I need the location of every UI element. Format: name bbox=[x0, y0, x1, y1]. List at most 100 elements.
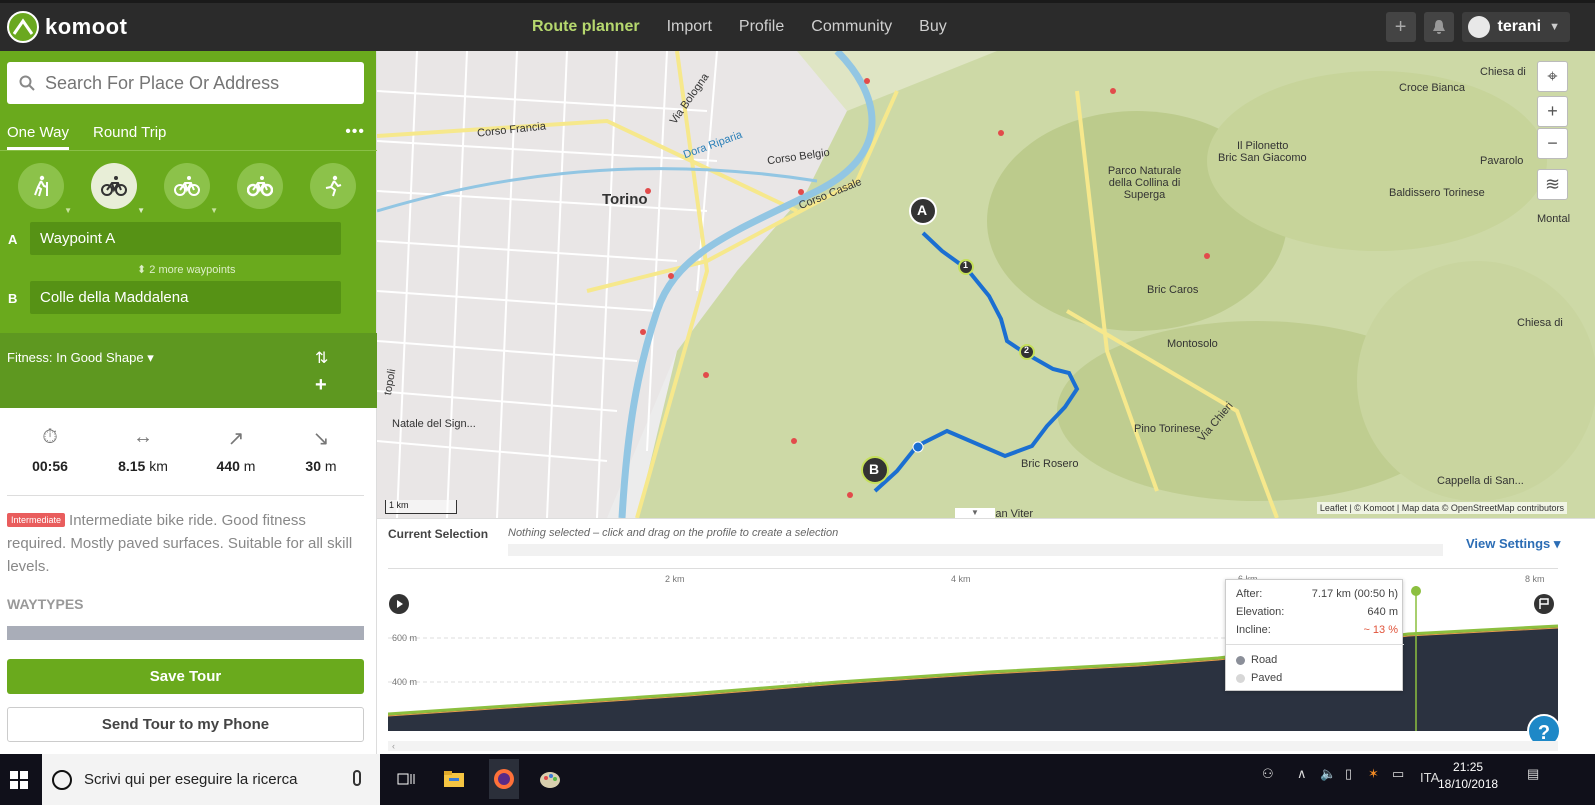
nav-profile[interactable]: Profile bbox=[739, 18, 784, 36]
komoot-logo[interactable]: komoot bbox=[7, 11, 127, 43]
windows-start-icon[interactable] bbox=[10, 771, 28, 789]
route-handle[interactable] bbox=[912, 441, 924, 453]
add-waypoint-icon[interactable]: + bbox=[315, 374, 327, 397]
language-indicator[interactable]: ITA bbox=[1420, 770, 1439, 785]
uphill-unit: m bbox=[243, 458, 256, 474]
windows-taskbar: Scrivi qui per eseguire la ricerca ⚇ ∧ 🔈… bbox=[0, 754, 1595, 805]
clock-date: 18/10/2018 bbox=[1438, 777, 1499, 791]
task-view-icon[interactable] bbox=[393, 766, 419, 792]
nav-community[interactable]: Community bbox=[811, 18, 892, 36]
tab-round-trip[interactable]: Round Trip bbox=[93, 124, 166, 141]
touring-bike-icon[interactable]: ▼ bbox=[164, 163, 218, 215]
hiking-icon[interactable]: ▼ bbox=[18, 163, 72, 215]
map-label-montal: Montal bbox=[1537, 213, 1571, 225]
people-icon[interactable]: ⚇ bbox=[1262, 766, 1274, 782]
current-selection-text: Nothing selected – click and drag on the… bbox=[508, 527, 839, 539]
app-tray-icon[interactable]: ✶ bbox=[1368, 766, 1379, 782]
waypoint-b-field[interactable]: Colle della Maddalena bbox=[30, 281, 341, 314]
waypoint-a-field[interactable]: Waypoint A bbox=[30, 222, 341, 255]
current-selection-label: Current Selection bbox=[388, 527, 489, 541]
notifications-icon[interactable]: ▤ bbox=[1527, 766, 1539, 782]
downhill-value: 30 bbox=[305, 458, 321, 474]
waytypes-bar bbox=[7, 626, 364, 640]
map-label-bric-caros: Bric Caros bbox=[1147, 284, 1199, 296]
map-label-chiesa-top: Chiesa di bbox=[1480, 66, 1526, 78]
stat-duration: ⏱ 00:56 bbox=[0, 426, 100, 496]
tt-legend-paved: Paved bbox=[1251, 672, 1283, 684]
waypoint-2-number: 2 bbox=[1024, 345, 1030, 355]
username: terani bbox=[1497, 18, 1542, 35]
search-box[interactable] bbox=[7, 62, 364, 104]
road-bike-icon[interactable]: ▼ bbox=[91, 163, 145, 215]
duration-value: 00:56 bbox=[32, 458, 68, 474]
nav-import[interactable]: Import bbox=[667, 18, 712, 36]
clock-time: 21:25 bbox=[1453, 760, 1484, 774]
elev-tick-400: 400 m bbox=[392, 677, 418, 687]
sport-selector: ▼ ▼ ▼ bbox=[18, 163, 356, 215]
view-settings-label: View Settings bbox=[1466, 536, 1551, 551]
tab-one-way[interactable]: One Way bbox=[7, 124, 69, 150]
bell-icon[interactable] bbox=[1423, 12, 1454, 42]
profile-scrollbar[interactable]: ‹ bbox=[388, 741, 1558, 751]
paved-dot-icon bbox=[1236, 673, 1245, 683]
nav-route-planner[interactable]: Route planner bbox=[532, 18, 640, 36]
fitness-selector[interactable]: Fitness: In Good Shape ▾ bbox=[7, 350, 154, 366]
marker-b-letter: B bbox=[869, 461, 880, 477]
km-tick-2: 2 km bbox=[665, 574, 685, 584]
microphone-icon[interactable] bbox=[353, 770, 361, 786]
layers-icon[interactable]: ≋ bbox=[1537, 169, 1568, 200]
tt-incline-value: ~ 13 % bbox=[1363, 624, 1398, 636]
collapse-profile-icon[interactable]: ▼ bbox=[955, 508, 995, 518]
expand-icon: ⬍ bbox=[137, 264, 150, 276]
map-label-pavarolo: Pavarolo bbox=[1480, 155, 1524, 167]
uphill-value: 440 bbox=[216, 458, 240, 474]
search-icon bbox=[19, 75, 35, 91]
plus-square-icon[interactable]: + bbox=[1385, 12, 1416, 42]
taskbar-search[interactable]: Scrivi qui per eseguire la ricerca bbox=[42, 754, 380, 805]
map-view[interactable]: Torino Corso Francia Corso Belgio Corso … bbox=[377, 51, 1595, 518]
file-explorer-icon[interactable] bbox=[441, 766, 467, 792]
elevation-profile-panel: Current Selection Nothing selected – cli… bbox=[377, 518, 1595, 754]
downhill-icon: ↘ bbox=[312, 428, 330, 450]
search-input[interactable] bbox=[45, 72, 345, 94]
view-settings-button[interactable]: View Settings ▾ bbox=[1466, 536, 1560, 552]
fitness-label: Fitness: In Good Shape bbox=[7, 350, 144, 365]
zoom-in-button[interactable]: + bbox=[1537, 96, 1568, 127]
save-tour-button[interactable]: Save Tour bbox=[7, 659, 364, 694]
play-icon[interactable] bbox=[389, 594, 409, 614]
tray-chevron-up-icon[interactable]: ∧ bbox=[1297, 766, 1307, 782]
system-clock[interactable]: 21:25 18/10/2018 bbox=[1438, 759, 1498, 793]
top-navbar: komoot Route planner Import Profile Comm… bbox=[0, 0, 1595, 51]
user-menu[interactable]: terani ▼ bbox=[1461, 12, 1570, 42]
chevron-down-icon: ▾ bbox=[1553, 536, 1561, 551]
firefox-icon[interactable] bbox=[489, 759, 519, 799]
more-options-icon[interactable]: ••• bbox=[345, 123, 365, 141]
send-to-phone-button[interactable]: Send Tour to my Phone bbox=[7, 707, 364, 742]
waytypes-heading: WAYTYPES bbox=[7, 596, 84, 612]
tt-incline-label: Incline: bbox=[1236, 624, 1271, 636]
zoom-out-button[interactable]: − bbox=[1537, 128, 1568, 159]
difficulty-badge: Intermediate bbox=[7, 513, 66, 527]
stat-distance: ↔ 8.15 km bbox=[100, 426, 186, 496]
network-icon[interactable]: ▭ bbox=[1392, 766, 1404, 782]
locate-icon[interactable]: ⌖ bbox=[1537, 61, 1568, 92]
battery-icon[interactable]: ▯ bbox=[1345, 766, 1352, 782]
volume-icon[interactable]: 🔈 bbox=[1320, 766, 1336, 782]
map-scale: 1 km bbox=[385, 500, 457, 514]
waypoint-a-letter: A bbox=[8, 232, 18, 247]
more-waypoints-toggle[interactable]: ⬍ 2 more waypoints bbox=[137, 263, 236, 276]
mountain-bike-icon[interactable] bbox=[237, 163, 283, 209]
map-label-croce-bianca: Croce Bianca bbox=[1399, 82, 1466, 94]
map-attribution[interactable]: Leaflet | © Komoot | Map data © OpenStre… bbox=[1316, 502, 1567, 514]
reverse-route-icon[interactable]: ⇅ bbox=[315, 348, 328, 368]
tour-description: Intermediate Intermediate bike ride. Good… bbox=[7, 509, 367, 578]
planner-panel: One Way Round Trip ••• ▼ ▼ ▼ bbox=[0, 51, 377, 333]
map-label-bric-rosero: Bric Rosero bbox=[1021, 458, 1079, 470]
paint-icon[interactable] bbox=[537, 766, 563, 792]
running-icon[interactable] bbox=[310, 163, 356, 209]
map-label-montosolo: Montosolo bbox=[1167, 338, 1218, 350]
selection-scrollbar[interactable] bbox=[508, 544, 1443, 556]
finish-flag-icon[interactable] bbox=[1534, 594, 1554, 614]
nav-buy[interactable]: Buy bbox=[919, 18, 947, 36]
road-dot-icon bbox=[1236, 655, 1245, 665]
